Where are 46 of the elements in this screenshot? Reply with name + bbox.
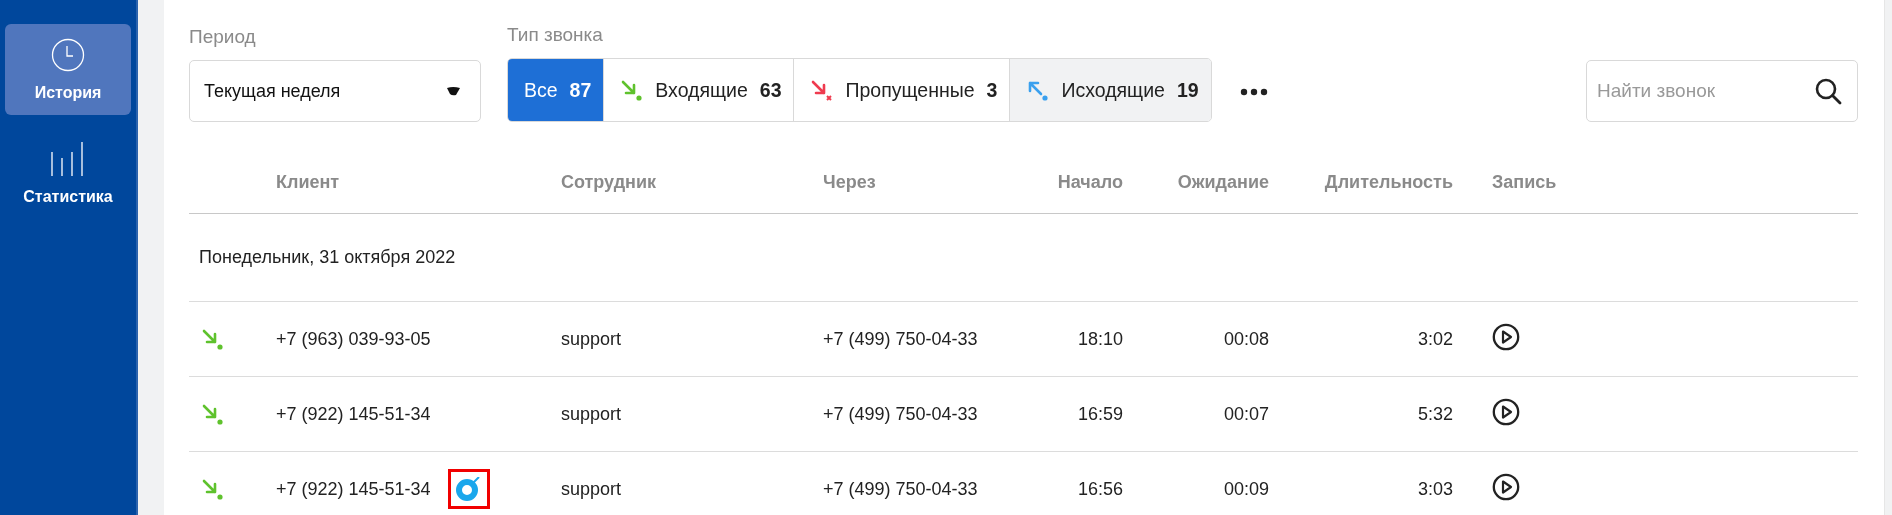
period-dropdown[interactable]: Текущая неделя — [189, 60, 481, 122]
field-label: Период — [189, 26, 257, 48]
employee-name: support — [561, 403, 623, 425]
column-header: Запись — [1491, 172, 1558, 193]
call-type-tab[interactable]: Все 87 — [508, 59, 604, 121]
play-icon[interactable] — [1492, 322, 1520, 351]
phone-number: +7 (499) 750-04-33 — [823, 328, 979, 350]
caret-icon — [447, 86, 460, 96]
phone-number: +7 (499) 750-04-33 — [823, 403, 979, 425]
ring-icon — [454, 477, 483, 501]
employee-name: support — [561, 478, 623, 500]
wait-time: 00:08 — [1222, 328, 1269, 350]
scrollbar-track[interactable] — [1884, 0, 1892, 515]
call-type-tab[interactable]: Исходящие 19 — [1009, 59, 1211, 121]
column-header: Через — [823, 172, 877, 193]
bar-chart-icon — [50, 139, 86, 176]
start-time: 16:59 — [1076, 403, 1123, 425]
call-duration: 3:03 — [1416, 478, 1453, 500]
date-heading: Понедельник, 31 октября 2022 — [199, 247, 456, 268]
search-field[interactable]: Найти звонок — [1586, 60, 1858, 122]
missed-call-icon — [810, 78, 834, 102]
search-icon[interactable] — [1814, 77, 1842, 105]
column-header: Ожидание — [1176, 172, 1269, 193]
wait-time: 00:09 — [1222, 478, 1269, 500]
incoming-call-icon — [620, 78, 644, 102]
play-icon[interactable] — [1492, 397, 1520, 426]
start-time: 18:10 — [1076, 328, 1123, 350]
phone-number: +7 (922) 145-51-34 — [276, 403, 431, 425]
column-header: Начало — [1056, 172, 1123, 193]
column-header: Сотрудник — [561, 172, 658, 193]
field-label: Тип звонка — [507, 24, 604, 46]
employee-name: support — [561, 328, 623, 350]
play-icon[interactable] — [1492, 472, 1520, 501]
phone-number: +7 (963) 039-93-05 — [276, 328, 431, 350]
column-header: Длительность — [1323, 172, 1453, 193]
column-header: Клиент — [276, 172, 341, 193]
phone-number: +7 (499) 750-04-33 — [823, 478, 979, 500]
call-duration: 3:02 — [1416, 328, 1453, 350]
sidebar-item[interactable]: Статистика — [5, 127, 131, 218]
phone-number: +7 (922) 145-51-34 — [276, 478, 431, 500]
start-time: 16:56 — [1076, 478, 1123, 500]
sidebar-item[interactable]: История — [5, 24, 131, 115]
clock-icon — [51, 37, 85, 72]
more-icon[interactable] — [1239, 88, 1268, 96]
call-duration: 5:32 — [1416, 403, 1453, 425]
wait-time: 00:07 — [1222, 403, 1269, 425]
